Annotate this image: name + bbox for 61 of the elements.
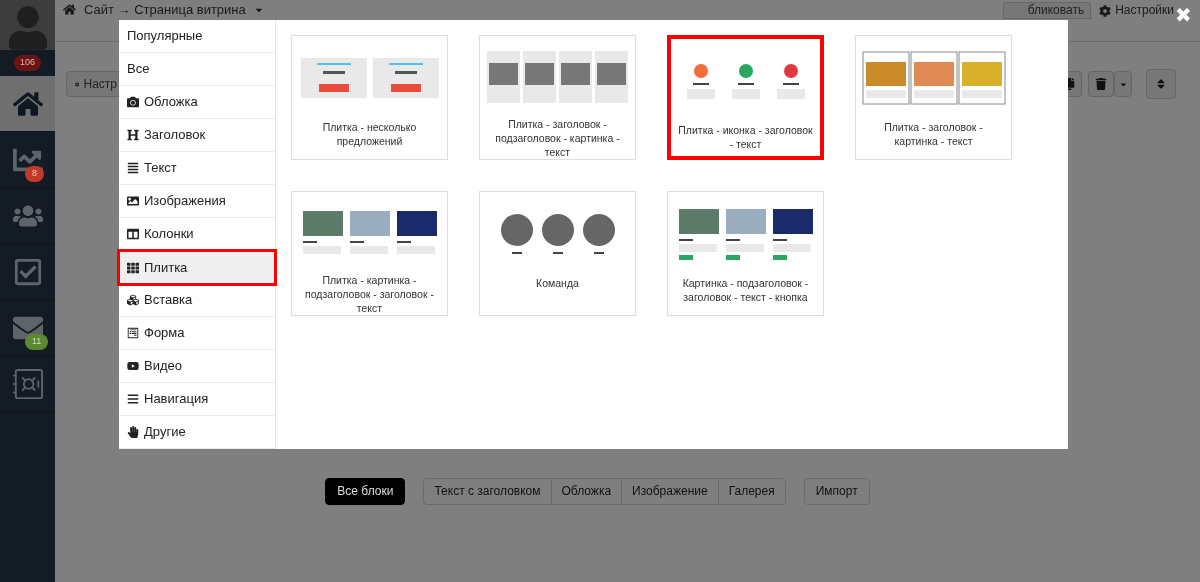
delete-button[interactable] [1088,71,1114,97]
template-caption: Картинка - подзаголовок - заголовок - текст - кнопка [681,276,810,304]
category-item[interactable]: Форма [119,317,275,350]
close-button[interactable]: ✖ [1175,4,1192,26]
settings-icon [1099,4,1112,17]
category-item[interactable]: Все [119,53,275,86]
notification-badge: 106 [14,55,41,71]
category-item[interactable]: Заголовок [119,119,275,152]
breadcrumb[interactable]: Сайт → Страница витрина [84,2,246,17]
grid-icon [127,261,139,274]
sort-button[interactable] [1146,69,1176,99]
template-card[interactable]: Команда [479,191,636,316]
category-item[interactable]: Плитка [119,251,275,284]
checkbox-icon [12,256,43,287]
publish-button[interactable]: бликовать [1003,2,1092,19]
category-item[interactable]: Изображения [119,185,275,218]
filter-button[interactable]: Все блоки [325,477,406,505]
sort-icon [1155,78,1167,90]
template-caption: Плитка - иконка - заголовок - текст [677,123,814,151]
template-caption: Плитка - заголовок - подзаголовок - картинка - текст [494,117,621,159]
template-card[interactable]: Плитка - иконка - заголовок - текст [667,35,824,160]
cubes-icon [127,294,139,306]
filter-button[interactable]: Галерея [717,477,786,505]
menu-icon [127,393,139,405]
camera-icon [127,96,139,108]
template-card[interactable]: Картинка - подзаголовок - заголовок - текст - кнопка [667,191,824,316]
template-card[interactable]: Плитка - картинка - подзаголовок - заголовок - текст [291,191,448,316]
count-badge: 11 [25,334,49,350]
hand-icon [127,426,139,438]
sidebar-item[interactable]: 8 [0,132,55,188]
template-caption: Команда [535,276,580,290]
home-icon [63,3,76,16]
heading-icon [127,129,139,141]
form-icon [127,327,139,339]
dropdown-button[interactable] [1114,71,1132,97]
trash-icon [1095,78,1107,90]
filter-button[interactable]: Текст с заголовком [423,477,552,505]
lines-icon [127,162,139,174]
columns-icon [127,228,139,240]
category-item[interactable]: Текст [119,152,275,185]
template-caption: Плитка - картинка - подзаголовок - заголовок - текст [304,273,435,315]
category-item[interactable]: Видео [119,350,275,383]
settings-button[interactable]: Настройки [1099,2,1174,19]
template-card[interactable]: Плитка - заголовок - подзаголовок - картинка - текст [479,35,636,160]
category-item[interactable]: Обложка [119,86,275,119]
template-card[interactable]: Плитка - заголовок - картинка - текст [855,35,1012,160]
template-caption: Плитка - заголовок - картинка - текст [883,120,984,148]
import-button[interactable]: Импорт [803,477,870,505]
filter-button[interactable]: Изображение [621,477,719,505]
category-item[interactable]: Другие [119,416,275,449]
safe-icon [12,368,43,399]
template-caption: Плитка - несколько предложений [321,120,418,148]
category-item[interactable]: Вставка [119,284,275,317]
template-card[interactable]: Плитка - несколько предложений [291,35,448,160]
filter-button[interactable]: Обложка [550,477,623,505]
video-icon [127,360,139,372]
count-badge: 8 [25,166,44,182]
sidebar-item[interactable] [0,76,55,132]
category-item[interactable]: Популярные [119,20,275,53]
category-item[interactable]: Навигация [119,383,275,416]
image-icon [127,195,139,207]
